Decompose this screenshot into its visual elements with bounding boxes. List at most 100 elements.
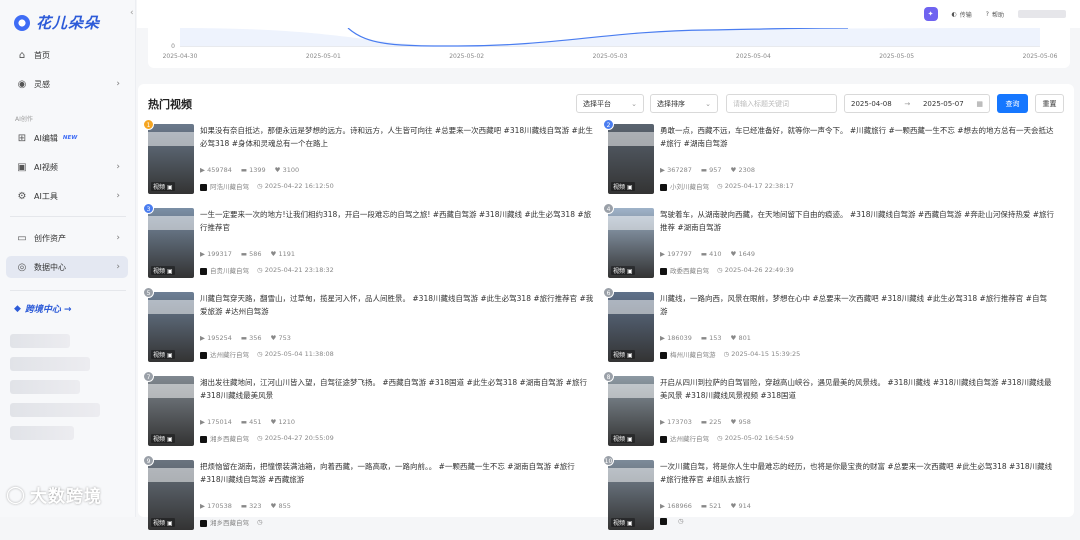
tiktok-icon — [200, 267, 207, 275]
tiktok-icon — [200, 519, 207, 527]
video-tag-label: 视频 — [613, 352, 626, 359]
transfer-label: 传输 — [959, 11, 972, 19]
video-thumbnail[interactable]: 视频 ▣ — [608, 208, 654, 278]
sidebar-item-home[interactable]: ⌂ 首页 — [6, 44, 128, 66]
sidebar-item-ai-tools[interactable]: ⚙ AI工具 › — [6, 185, 128, 207]
video-thumbnail[interactable]: 视频 ▣ — [608, 292, 654, 362]
video-description[interactable]: 开启从四川到拉萨的自驾冒险，穿越高山峡谷，遇见最美的风景线。 #318川藏线 #… — [660, 377, 1054, 402]
author-name: 湘乡西藏自驾 — [210, 435, 249, 443]
transfer-icon: ◐ — [951, 10, 957, 18]
video-item[interactable]: 视频 ▣ 7 湘出发往藏地间，江河山川皆入望，自驾征途梦飞扬。 #西藏自驾游 #31… — [143, 371, 598, 456]
author[interactable]: 自贵川藏自驾 — [200, 265, 249, 275]
author[interactable]: 小刘川藏自驾 — [660, 181, 709, 191]
assistant-avatar-icon[interactable]: ✦ — [923, 7, 938, 21]
video-description[interactable]: 一生一定要来一次的地方!让我们相约318，开启一段难忘的自驾之旅! #西藏自驾游… — [200, 209, 594, 234]
video-thumbnail[interactable]: 视频 ▣ — [148, 460, 194, 530]
video-description[interactable]: 勇敢一点，西藏不远，车已经准备好，就等你一声令下。 #川藏旅行 #一颗西藏一生不… — [660, 125, 1054, 150]
video-tag: 视频 ▣ — [151, 518, 175, 527]
author[interactable]: 湘乡西藏自驾 — [200, 433, 249, 443]
app-logo[interactable]: 花儿朵朵 — [14, 12, 100, 33]
video-item[interactable]: 视频 ▣ 2 勇敢一点，西藏不远，车已经准备好，就等你一声令下。 #川藏旅行 #一颗… — [603, 119, 1058, 204]
views-count: 459784 — [207, 166, 232, 174]
author[interactable]: 湘乡西藏自驾 — [200, 517, 249, 527]
date-end: 2025-05-07 — [922, 99, 964, 108]
publish-time: ◷ 2025-05-04 11:38:08 — [257, 350, 334, 358]
likes-stat: ♥ 2308 — [731, 166, 755, 174]
sidebar-item-data-center[interactable]: ◎ 数据中心 › — [6, 256, 128, 278]
series-area — [180, 28, 1040, 46]
comment-icon: ▬ — [240, 502, 250, 510]
video-item[interactable]: 视频 ▣ 6 川藏线，一路向西，风景在眼前，梦想在心中 #总要来一次西藏吧 #318… — [603, 287, 1058, 372]
chevron-down-icon: ⌄ — [705, 99, 711, 108]
video-description[interactable]: 川藏自驾穿天路，翻雪山，过草甸，揽星河入怀，品人间胜景。 #318川藏线自驾游 … — [200, 293, 594, 318]
help-button[interactable]: ? 帮助 — [986, 10, 1004, 19]
likes-count: 3100 — [282, 166, 300, 174]
clock-icon: ◷ — [717, 266, 725, 274]
video-tag-label: 视频 — [153, 352, 166, 359]
query-button[interactable]: 查询 — [997, 94, 1028, 113]
video-item[interactable]: 视频 ▣ 3 一生一定要来一次的地方!让我们相约318，开启一段难忘的自驾之旅! #… — [143, 203, 598, 288]
video-stats: ▶ 168966 ▬ 521 ♥ 914 — [660, 502, 751, 510]
reset-button[interactable]: 重置 — [1035, 94, 1064, 113]
y-tick-label: 0 — [171, 43, 175, 50]
author[interactable]: 达州藏行自驾 — [200, 349, 249, 359]
comment-icon: ▬ — [240, 334, 250, 342]
cross-border-link[interactable]: ◆ 跨境中心 → — [14, 302, 72, 316]
video-item[interactable]: 视频 ▣ 8 开启从四川到拉萨的自驾冒险，穿越高山峡谷，遇见最美的风景线。 #318… — [603, 371, 1058, 456]
author[interactable]: 政委西藏自驾 — [660, 265, 709, 275]
author[interactable] — [660, 517, 670, 525]
chevron-right-icon: › — [116, 262, 120, 272]
author[interactable]: 梅州川藏自驾游 — [660, 349, 716, 359]
platform-select[interactable]: 选择平台 ⌄ — [576, 94, 644, 113]
author-name: 小刘川藏自驾 — [670, 183, 709, 191]
clock-icon: ◷ — [257, 266, 265, 274]
video-description[interactable]: 一次川藏自驾，将是你人生中最难忘的经历，也将是你最宝贵的财富 #总要来一次西藏吧… — [660, 461, 1054, 486]
date-range-picker[interactable]: 2025-04-08 → 2025-05-07 ▦ — [844, 94, 990, 113]
author[interactable]: 达州藏行自驾 — [660, 433, 709, 443]
video-thumbnail[interactable]: 视频 ▣ — [608, 460, 654, 530]
video-stats: ▶ 367287 ▬ 957 ♥ 2308 — [660, 166, 755, 174]
video-thumbnail[interactable]: 视频 ▣ — [608, 376, 654, 446]
video-tag-label: 视频 — [153, 184, 166, 191]
author-name: 达州藏行自驾 — [210, 351, 249, 359]
transfer-button[interactable]: ◐ 传输 — [952, 10, 972, 19]
video-description[interactable]: 川藏线，一路向西，风景在眼前，梦想在心中 #总要来一次西藏吧 #318川藏线 #… — [660, 293, 1054, 318]
video-description[interactable]: 湘出发往藏地间，江河山川皆入望，自驾征途梦飞扬。 #西藏自驾游 #318国道 #… — [200, 377, 594, 402]
video-meta: 达州藏行自驾 ◷ 2025-05-04 11:38:08 — [200, 349, 334, 359]
author-name: 湘乡西藏自驾 — [210, 519, 249, 527]
views-stat: ▶ 197797 — [660, 250, 692, 258]
views-stat: ▶ 186039 — [660, 334, 692, 342]
video-description[interactable]: 把烦恼留在湖南，把憧憬装满油箱，向着西藏，一路高歌，一路向前。。 #一颗西藏一生… — [200, 461, 594, 486]
video-description[interactable]: 驾驶着车，从湖南驶向西藏，在天地间留下自由的痕迹。 #318川藏线自驾游 #西藏… — [660, 209, 1054, 234]
sidebar-item-assets[interactable]: ▭ 创作资产 › — [6, 227, 128, 249]
video-thumbnail[interactable]: 视频 ▣ — [148, 376, 194, 446]
sidebar-item-ai-edit[interactable]: ⊞ AI编辑 NEW — [6, 127, 128, 149]
video-item[interactable]: 视频 ▣ 5 川藏自驾穿天路，翻雪山，过草甸，揽星河入怀，品人间胜景。 #318川藏… — [143, 287, 598, 372]
publish-time: ◷ 2025-04-15 15:39:25 — [724, 350, 801, 358]
user-name-blurred[interactable] — [1018, 10, 1066, 18]
video-item[interactable]: 视频 ▣ 10 一次川藏自驾，将是你人生中最难忘的经历，也将是你最宝贵的财富 #总要… — [603, 455, 1058, 540]
sort-select-value: 选择排序 — [657, 99, 685, 108]
sort-select[interactable]: 选择排序 ⌄ — [650, 94, 718, 113]
comments-count: 1399 — [249, 166, 266, 174]
sidebar-item-ai-video[interactable]: ▣ AI视频 › — [6, 156, 128, 178]
likes-stat: ♥ 801 — [731, 334, 751, 342]
globe-icon: ◆ — [14, 303, 21, 314]
video-meta: 自贵川藏自驾 ◷ 2025-04-21 23:18:32 — [200, 265, 334, 275]
video-thumbnail[interactable]: 视频 ▣ — [148, 208, 194, 278]
video-description[interactable]: 如果没有奈自抵达，那便永远是梦想的远方。诗和远方，人生皆可向往 #总要来一次西藏… — [200, 125, 594, 150]
clock-icon: ◷ — [257, 182, 265, 190]
keyword-input[interactable]: 请输入标题关键词 — [726, 94, 837, 113]
comment-icon: ▬ — [700, 166, 710, 174]
video-thumbnail[interactable]: 视频 ▣ — [148, 292, 194, 362]
views-count: 168966 — [667, 502, 692, 510]
author[interactable]: 阿浩川藏自驾 — [200, 181, 249, 191]
video-item[interactable]: 视频 ▣ 4 驾驶着车，从湖南驶向西藏，在天地间留下自由的痕迹。 #318川藏线自驾… — [603, 203, 1058, 288]
publish-time-value: 2025-04-22 16:12:50 — [264, 182, 334, 190]
video-thumbnail[interactable]: 视频 ▣ — [148, 124, 194, 194]
video-thumbnail[interactable]: 视频 ▣ — [608, 124, 654, 194]
cross-border-link-label: 跨境中心 → — [24, 305, 72, 315]
video-item[interactable]: 视频 ▣ 9 把烦恼留在湖南，把憧憬装满油箱，向着西藏，一路高歌，一路向前。。 #一… — [143, 455, 598, 540]
sidebar-item-inspiration[interactable]: ◉ 灵感 › — [6, 73, 128, 95]
video-item[interactable]: 视频 ▣ 1 如果没有奈自抵达，那便永远是梦想的远方。诗和远方，人生皆可向往 #总要… — [143, 119, 598, 204]
